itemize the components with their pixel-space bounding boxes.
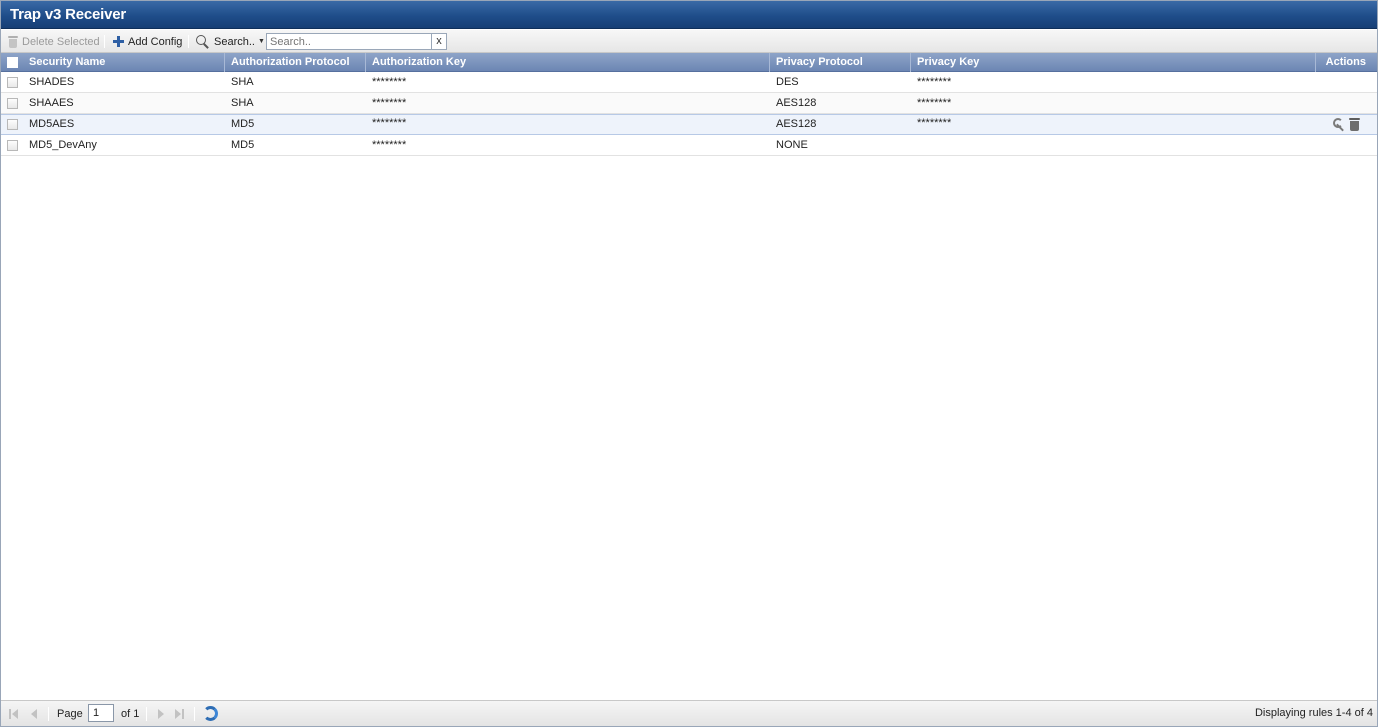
- auth-key-cell: ********: [372, 76, 407, 88]
- pager-separator: [48, 707, 49, 721]
- plus-icon: [113, 36, 124, 47]
- toolbar: Delete Selected Add Config Search.. ▼: [1, 30, 1377, 53]
- search-input[interactable]: [266, 33, 432, 50]
- search-menu-button[interactable]: Search.. ▼: [196, 33, 265, 50]
- auth-protocol-cell: MD5: [231, 139, 255, 151]
- trap-v3-receiver-panel: Trap v3 Receiver Delete Selected Add Con…: [0, 0, 1378, 727]
- previous-page-icon[interactable]: [28, 708, 40, 720]
- column-header-privacy-key[interactable]: Privacy Key: [911, 53, 1316, 72]
- select-all-checkbox[interactable]: [7, 57, 18, 68]
- grid-header: Security Name Authorization Protocol Aut…: [1, 53, 1377, 72]
- refresh-icon[interactable]: [203, 706, 218, 721]
- toolbar-separator: [188, 35, 189, 48]
- delete-selected-button[interactable]: Delete Selected: [8, 33, 100, 50]
- pager-separator: [194, 707, 195, 721]
- auth-protocol-cell: SHA: [231, 97, 254, 109]
- row-checkbox[interactable]: [7, 98, 18, 109]
- security-name-cell: MD5AES: [29, 118, 75, 130]
- auth-protocol-cell: MD5: [231, 118, 255, 130]
- table-row[interactable]: SHAAES SHA ******** AES128 ********: [1, 93, 1377, 114]
- security-name-cell: SHAAES: [29, 97, 74, 109]
- display-status-text: Displaying rules 1-4 of 4: [1254, 707, 1373, 719]
- security-name-cell: MD5_DevAny: [29, 139, 97, 151]
- privacy-protocol-cell: NONE: [776, 139, 808, 151]
- privacy-key-cell: ********: [917, 76, 952, 88]
- security-name-cell: SHADES: [29, 76, 75, 88]
- panel-title: Trap v3 Receiver: [10, 6, 127, 23]
- privacy-key-cell: ********: [917, 97, 952, 109]
- privacy-key-cell: ********: [917, 117, 952, 129]
- page-number-input[interactable]: [88, 704, 114, 722]
- add-config-button[interactable]: Add Config: [113, 33, 182, 50]
- toolbar-separator: [104, 35, 105, 48]
- row-checkbox[interactable]: [7, 140, 18, 151]
- trash-icon: [8, 35, 18, 48]
- table-row[interactable]: SHADES SHA ******** DES ********: [1, 72, 1377, 93]
- chevron-down-icon: ▼: [257, 38, 265, 45]
- pagination-bar: Page of 1 Displaying rules 1-4 of 4: [1, 700, 1377, 726]
- row-checkbox[interactable]: [7, 119, 18, 130]
- next-page-icon[interactable]: [155, 708, 167, 720]
- auth-key-cell: ********: [372, 97, 407, 109]
- first-page-icon[interactable]: [8, 708, 20, 720]
- privacy-key-cell: [911, 135, 917, 156]
- trash-icon[interactable]: [1349, 118, 1360, 131]
- page-label: Page: [57, 708, 83, 720]
- auth-protocol-cell: SHA: [231, 76, 254, 88]
- wrench-icon[interactable]: [1333, 118, 1346, 131]
- privacy-protocol-cell: AES128: [776, 118, 817, 130]
- page-count-label: of 1: [121, 708, 140, 720]
- title-bar: Trap v3 Receiver: [1, 1, 1377, 29]
- auth-key-cell: ********: [372, 117, 407, 129]
- auth-key-cell: ********: [372, 139, 407, 151]
- column-header-authorization-protocol[interactable]: Authorization Protocol: [225, 53, 366, 72]
- last-page-icon[interactable]: [174, 708, 186, 720]
- table-row[interactable]: MD5_DevAny MD5 ******** NONE: [1, 135, 1377, 156]
- column-header-privacy-protocol[interactable]: Privacy Protocol: [770, 53, 911, 72]
- search-clear-button[interactable]: x: [431, 33, 447, 50]
- search-icon: [196, 34, 210, 49]
- privacy-protocol-cell: AES128: [776, 97, 817, 109]
- privacy-protocol-cell: DES: [776, 76, 799, 88]
- search-menu-label: Search..: [214, 35, 255, 48]
- column-header-actions: Actions: [1325, 56, 1366, 68]
- delete-selected-label: Delete Selected: [22, 35, 100, 48]
- column-header-authorization-key[interactable]: Authorization Key: [366, 53, 770, 72]
- column-header-security-name[interactable]: Security Name: [23, 53, 225, 72]
- pager-separator: [146, 707, 147, 721]
- table-row[interactable]: MD5AES MD5 ******** AES128 ********: [1, 114, 1377, 135]
- add-config-label: Add Config: [128, 35, 183, 48]
- config-grid: Security Name Authorization Protocol Aut…: [1, 53, 1377, 156]
- row-checkbox[interactable]: [7, 77, 18, 88]
